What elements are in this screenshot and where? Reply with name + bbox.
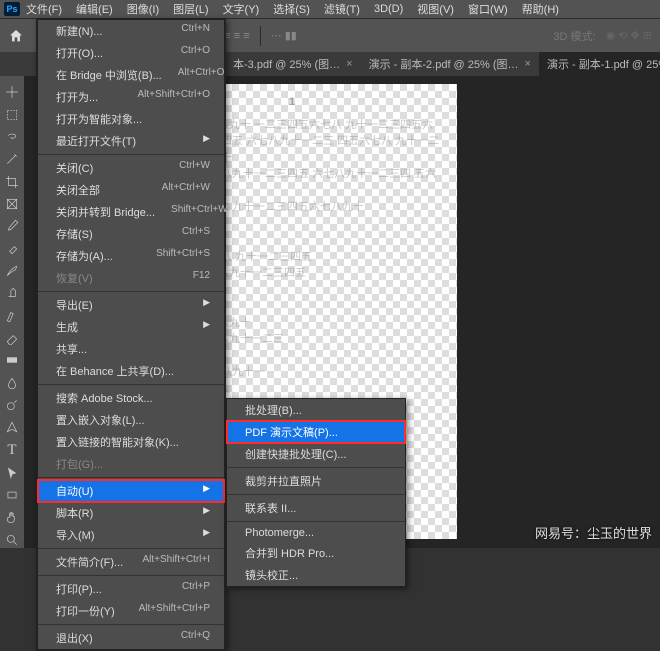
gradient-tool-icon[interactable] bbox=[3, 352, 21, 368]
menu-select[interactable]: 选择(S) bbox=[273, 1, 310, 17]
marquee-tool-icon[interactable] bbox=[3, 106, 21, 122]
separator bbox=[260, 26, 261, 46]
eraser-tool-icon[interactable] bbox=[3, 330, 21, 346]
menu-item[interactable]: 存储为(A)...Shift+Ctrl+S bbox=[38, 245, 224, 267]
3d-mode-label: 3D 模式: bbox=[553, 28, 595, 44]
menu-view[interactable]: 视图(V) bbox=[417, 1, 454, 17]
menu-item[interactable]: 打印(P)...Ctrl+P bbox=[38, 578, 224, 600]
lasso-tool-icon[interactable] bbox=[3, 129, 21, 145]
menu-item[interactable]: 文件简介(F)...Alt+Shift+Ctrl+I bbox=[38, 551, 224, 573]
home-icon[interactable] bbox=[6, 26, 26, 46]
eyedropper-icon[interactable] bbox=[3, 218, 21, 234]
menu-item[interactable]: 最近打开文件(T)▶ bbox=[38, 130, 224, 152]
submenu-item[interactable]: PDF 演示文稿(P)... bbox=[227, 421, 405, 443]
menu-item[interactable]: 置入链接的智能对象(K)... bbox=[38, 431, 224, 453]
distribute-controls[interactable]: ⋯ ▮▮ bbox=[271, 29, 297, 42]
menu-item[interactable]: 自动(U)▶ bbox=[38, 480, 224, 502]
menu-item[interactable]: 导入(M)▶ bbox=[38, 524, 224, 546]
frame-tool-icon[interactable] bbox=[3, 196, 21, 212]
hand-tool-icon[interactable] bbox=[3, 509, 21, 525]
ps-logo: Ps bbox=[4, 2, 20, 16]
crop-tool-icon[interactable] bbox=[3, 173, 21, 189]
submenu-item[interactable]: Photomerge... bbox=[227, 524, 405, 542]
menu-file[interactable]: 文件(F) bbox=[26, 1, 62, 17]
menu-item[interactable]: 打开为智能对象... bbox=[38, 108, 224, 130]
pen-tool-icon[interactable] bbox=[3, 419, 21, 435]
menu-item[interactable]: 生成▶ bbox=[38, 316, 224, 338]
menu-item[interactable]: 新建(N)...Ctrl+N bbox=[38, 20, 224, 42]
menubar: Ps 文件(F) 编辑(E) 图像(I) 图层(L) 文字(Y) 选择(S) 滤… bbox=[0, 0, 660, 18]
menu-item[interactable]: 搜索 Adobe Stock... bbox=[38, 387, 224, 409]
brush-tool-icon[interactable] bbox=[3, 263, 21, 279]
history-brush-icon[interactable] bbox=[3, 307, 21, 323]
menu-layer[interactable]: 图层(L) bbox=[173, 1, 208, 17]
file-menu-dropdown: 新建(N)...Ctrl+N打开(O)...Ctrl+O在 Bridge 中浏览… bbox=[36, 18, 226, 651]
menu-edit[interactable]: 编辑(E) bbox=[76, 1, 113, 17]
menu-item[interactable]: 存储(S)Ctrl+S bbox=[38, 223, 224, 245]
submenu-item[interactable]: 创建快捷批处理(C)... bbox=[227, 443, 405, 465]
type-tool-icon[interactable]: T bbox=[3, 442, 21, 459]
tab-1[interactable]: 本-3.pdf @ 25% (图…× bbox=[225, 52, 361, 76]
automate-submenu: 批处理(B)...PDF 演示文稿(P)...创建快捷批处理(C)... 裁剪并拉… bbox=[226, 398, 406, 587]
menu-item[interactable]: 关闭全部Alt+Ctrl+W bbox=[38, 179, 224, 201]
close-icon[interactable]: × bbox=[346, 58, 352, 70]
right-panel-area bbox=[560, 76, 660, 548]
menu-3d[interactable]: 3D(D) bbox=[374, 3, 403, 15]
menu-item[interactable]: 共享... bbox=[38, 338, 224, 360]
zoom-tool-icon[interactable] bbox=[3, 532, 21, 548]
menu-image[interactable]: 图像(I) bbox=[127, 1, 159, 17]
menu-item[interactable]: 打印一份(Y)Alt+Shift+Ctrl+P bbox=[38, 600, 224, 622]
blur-tool-icon[interactable] bbox=[3, 374, 21, 390]
clone-stamp-icon[interactable] bbox=[3, 285, 21, 301]
menu-window[interactable]: 窗口(W) bbox=[468, 1, 508, 17]
dodge-tool-icon[interactable] bbox=[3, 397, 21, 413]
tab-2[interactable]: 演示 - 副本-2.pdf @ 25% (图…× bbox=[361, 52, 539, 76]
move-tool-icon[interactable] bbox=[3, 84, 21, 100]
menu-item[interactable]: 退出(X)Ctrl+Q bbox=[38, 627, 224, 649]
menu-item[interactable]: 脚本(R)▶ bbox=[38, 502, 224, 524]
menu-item[interactable]: 导出(E)▶ bbox=[38, 294, 224, 316]
submenu-item[interactable]: 裁剪并拉直照片 bbox=[227, 470, 405, 492]
menu-item: 恢复(V)F12 bbox=[38, 267, 224, 289]
menu-item[interactable]: 关闭(C)Ctrl+W bbox=[38, 157, 224, 179]
close-icon[interactable]: × bbox=[525, 58, 531, 70]
menu-type[interactable]: 文字(Y) bbox=[223, 1, 260, 17]
watermark: 网易号：尘玉的世界 bbox=[535, 523, 652, 542]
tool-panel: T bbox=[0, 76, 24, 548]
submenu-item[interactable]: 镜头校正... bbox=[227, 564, 405, 586]
menu-item[interactable]: 在 Bridge 中浏览(B)...Alt+Ctrl+O bbox=[38, 64, 224, 86]
rectangle-tool-icon[interactable] bbox=[3, 487, 21, 503]
tab-3-active[interactable]: 演示 - 副本-1.pdf @ 25% (图层… bbox=[539, 52, 660, 76]
menu-item: 打包(G)... bbox=[38, 453, 224, 475]
menu-item[interactable]: 打开(O)...Ctrl+O bbox=[38, 42, 224, 64]
submenu-item[interactable]: 批处理(B)... bbox=[227, 399, 405, 421]
menu-help[interactable]: 帮助(H) bbox=[522, 1, 559, 17]
menu-item[interactable]: 关闭并转到 Bridge...Shift+Ctrl+W bbox=[38, 201, 224, 223]
menu-item[interactable]: 置入嵌入对象(L)... bbox=[38, 409, 224, 431]
submenu-item[interactable]: 合并到 HDR Pro... bbox=[227, 542, 405, 564]
menu-item[interactable]: 打开为...Alt+Shift+Ctrl+O bbox=[38, 86, 224, 108]
menu-filter[interactable]: 滤镜(T) bbox=[324, 1, 360, 17]
3d-mode-icons[interactable]: ◉ ⟲ ✥ ⊞ bbox=[606, 29, 652, 42]
path-selection-icon[interactable] bbox=[3, 465, 21, 481]
magic-wand-icon[interactable] bbox=[3, 151, 21, 167]
healing-brush-icon[interactable] bbox=[3, 240, 21, 256]
menu-item[interactable]: 在 Behance 上共享(D)... bbox=[38, 360, 224, 382]
submenu-item[interactable]: 联系表 II... bbox=[227, 497, 405, 519]
